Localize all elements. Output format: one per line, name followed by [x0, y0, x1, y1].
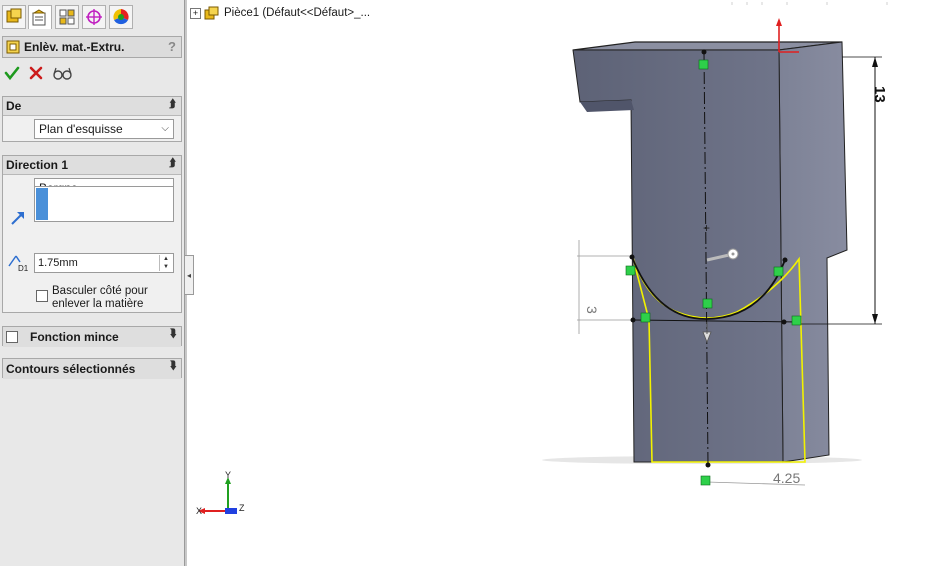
selected-contours-group: Contours sélectionnés ⮯ [2, 358, 182, 379]
depth-label: D1 [18, 264, 29, 272]
from-group: De ⮭ Plan d'esquisse ⌵ [2, 96, 182, 142]
tab-property-manager[interactable] [28, 5, 52, 29]
depth-input[interactable]: 1.75mm ▲ ▼ [34, 253, 174, 273]
flip-side-checkbox[interactable] [36, 290, 48, 302]
display-manager-icon [113, 9, 129, 25]
help-button[interactable]: ? [168, 39, 176, 54]
feature-title-bar: Enlèv. mat.-Extru. ? [2, 36, 182, 58]
part-model [572, 41, 848, 463]
triad-y-label: Y [225, 470, 231, 480]
collapse-chevron-icon[interactable]: ⮭ [169, 157, 176, 170]
spin-updown-icon[interactable]: ▲ ▼ [159, 255, 172, 271]
depth-value: 1.75mm [38, 257, 78, 269]
direction1-group-header[interactable]: Direction 1 ⮭ [3, 156, 181, 175]
model-notch-shadow [580, 100, 634, 112]
width-dimension-text[interactable]: 4.25 [773, 470, 800, 486]
thin-feature-title: Fonction mince [30, 330, 119, 344]
thin-feature-group: Fonction mince ⮯ [2, 326, 182, 347]
property-manager-icon [32, 8, 46, 25]
thin-feature-checkbox[interactable] [6, 331, 18, 343]
dimxpert-icon [86, 9, 102, 25]
flip-side-label: Basculer côté pour enlever la matière [52, 285, 148, 310]
chevron-down-icon: ⌵ [161, 123, 169, 134]
model-side-face [778, 41, 848, 463]
dimension-arc-height[interactable]: 3 [577, 240, 633, 334]
depth-dimension-icon: D1 [8, 255, 29, 272]
collapse-chevron-icon[interactable]: ⮭ [169, 98, 176, 111]
from-group-title: De [6, 99, 22, 113]
configuration-manager-icon [59, 9, 75, 25]
selected-contours-header[interactable]: Contours sélectionnés ⮯ [3, 359, 181, 379]
extruded-cut-icon [6, 40, 20, 54]
direction-reference-selection[interactable] [34, 186, 174, 222]
cancel-x-icon[interactable] [28, 65, 44, 81]
start-condition-select[interactable]: Plan d'esquisse ⌵ [34, 119, 174, 139]
dimension-width[interactable]: 4.25 [706, 470, 806, 486]
selected-contours-title: Contours sélectionnés [6, 362, 136, 376]
triad-z-label: Z [239, 503, 245, 513]
direction1-group-title: Direction 1 [6, 158, 69, 172]
direction1-group: Direction 1 ⮭ Borgne ⌵ D1 1.75mm ▲▼ Basc… [2, 155, 182, 313]
selection-focus-bar [36, 188, 48, 220]
sketch-origin-marker: + [703, 221, 710, 235]
height-dimension-text[interactable]: 13 [871, 86, 888, 103]
feature-title: Enlèv. mat.-Extru. [24, 40, 125, 54]
preview-glasses-icon[interactable] [52, 65, 72, 81]
arc-height-dimension-text[interactable]: 3 [584, 306, 600, 314]
coordinate-triad: Y X Z [196, 470, 245, 516]
expand-chevron-icon[interactable]: ⮯ [169, 360, 176, 373]
tab-configuration-manager[interactable] [55, 5, 79, 29]
tab-feature-manager[interactable] [2, 5, 26, 29]
thin-feature-header[interactable]: Fonction mince ⮯ [3, 327, 181, 347]
expand-chevron-icon[interactable]: ⮯ [169, 328, 176, 341]
from-group-header[interactable]: De ⮭ [3, 97, 181, 116]
feature-manager-icon [6, 8, 22, 23]
action-row [2, 62, 72, 84]
start-condition-value: Plan d'esquisse [39, 122, 123, 136]
property-manager: Enlèv. mat.-Extru. ? De ⮭ Plan d'esquiss… [0, 0, 185, 566]
tab-dimxpert-manager[interactable] [82, 5, 106, 29]
ok-check-icon[interactable] [4, 65, 20, 81]
graphics-viewport[interactable]: 13 3 4.25 + Y X Z [187, 0, 945, 566]
tab-display-manager[interactable] [109, 5, 133, 29]
manager-tabbar [0, 0, 185, 32]
direction-arrow-icon[interactable] [10, 210, 26, 226]
triad-x-label: X [196, 506, 202, 516]
heads-up-toolbar-remnant [731, 2, 888, 5]
